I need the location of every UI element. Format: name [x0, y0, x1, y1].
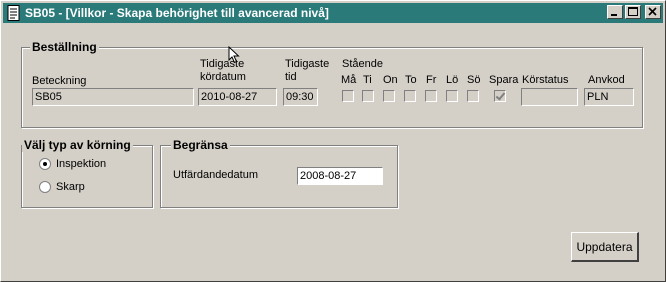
designation-label: Beteckning: [32, 75, 87, 87]
run-status-field[interactable]: [521, 88, 578, 106]
day-label-fri: Fr: [426, 74, 437, 86]
close-button[interactable]: [645, 5, 661, 19]
earliest-time-field[interactable]: 09:30: [283, 88, 318, 106]
minimize-button[interactable]: [607, 5, 623, 19]
save-checkbox[interactable]: [494, 90, 506, 102]
live-label[interactable]: Skarp: [56, 181, 85, 193]
day-checkbox-thu[interactable]: [404, 90, 416, 102]
window-title: SB05 - [Villkor - Skapa behörighet till …: [25, 6, 329, 20]
day-label-mon: Må: [341, 74, 357, 86]
earliest-date-field[interactable]: 2010-08-27: [198, 88, 277, 106]
order-legend: Beställning: [30, 40, 99, 54]
run-type-group: Välj typ av körning: [21, 138, 153, 208]
title-bar[interactable]: SB05 - [Villkor - Skapa behörighet till …: [3, 3, 663, 23]
standing-label: Stående: [342, 58, 383, 70]
day-checkbox-mon[interactable]: [342, 90, 354, 102]
user-code-field[interactable]: PLN: [584, 88, 634, 106]
earliest-date-label-line2: kördatum: [200, 71, 246, 83]
earliest-time-label-line2: tid: [285, 71, 297, 83]
issue-date-field[interactable]: 2008-08-27: [297, 167, 383, 185]
day-label-thu: To: [405, 74, 417, 86]
run-type-legend: Välj typ av körning: [22, 138, 133, 152]
day-checkbox-tue[interactable]: [362, 90, 374, 102]
earliest-time-label-line1: Tidigaste: [285, 58, 330, 70]
live-radio[interactable]: [39, 181, 51, 193]
designation-field[interactable]: SB05: [32, 88, 194, 106]
limit-legend: Begränsa: [171, 138, 230, 152]
day-label-tue: Ti: [363, 74, 372, 86]
day-checkbox-sat[interactable]: [446, 90, 458, 102]
run-status-label: Körstatus: [522, 74, 569, 86]
day-checkbox-sun[interactable]: [467, 90, 479, 102]
day-label-sun: Sö: [467, 74, 481, 86]
inspection-label[interactable]: Inspektion: [56, 158, 106, 170]
update-button[interactable]: Uppdatera: [571, 232, 639, 262]
day-label-sat: Lö: [446, 74, 459, 86]
day-label-wed: On: [383, 74, 398, 86]
document-icon: [7, 5, 21, 21]
user-code-label: Anvkod: [588, 74, 625, 86]
application-window: SB05 - [Villkor - Skapa behörighet till …: [0, 0, 666, 282]
save-label: Spara: [489, 74, 519, 86]
day-checkbox-wed[interactable]: [383, 90, 395, 102]
mouse-cursor-icon: [228, 45, 240, 67]
maximize-button[interactable]: [625, 5, 641, 19]
inspection-radio[interactable]: [39, 158, 51, 170]
day-checkbox-fri[interactable]: [425, 90, 437, 102]
issue-date-label: Utfärdandedatum: [173, 169, 258, 181]
